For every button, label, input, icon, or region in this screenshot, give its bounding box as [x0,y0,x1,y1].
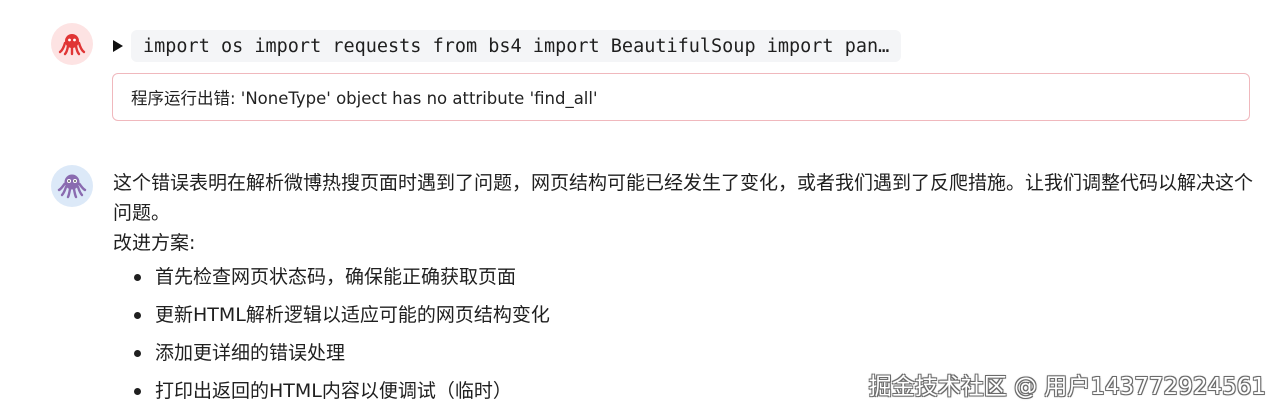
bullet-icon [134,274,141,281]
list-item-text: 添加更详细的错误处理 [155,342,346,364]
bullet-icon [134,388,141,395]
user-avatar [51,23,93,65]
error-message-text: 程序运行出错: 'NoneType' object has no attribu… [131,89,598,108]
reply-subheading: 改进方案: [113,232,196,254]
list-item-text: 打印出返回的HTML内容以便调试（临时） [155,380,512,402]
list-item-text: 更新HTML解析逻辑以适应可能的网页结构变化 [155,304,550,326]
list-item: 更新HTML解析逻辑以适应可能的网页结构变化 [113,300,1263,338]
watermark: 掘金技术社区 @ 用户14377292456​1 [868,374,1266,400]
caret-right-icon[interactable] [113,40,123,52]
octopus-icon [58,34,86,56]
list-item-text: 首先检查网页状态码，确保能正确获取页面 [155,266,517,288]
bullet-icon [134,312,141,319]
code-preview[interactable]: import os import requests from bs4 impor… [131,30,902,62]
octopus-bot-icon [57,174,87,199]
bullet-icon [134,350,141,357]
assistant-avatar [51,165,93,207]
list-item: 首先检查网页状态码，确保能正确获取页面 [113,262,1263,300]
error-message-box: 程序运行出错: 'NoneType' object has no attribu… [112,73,1250,121]
reply-paragraph: 这个错误表明在解析微博热搜页面时遇到了问题，网页结构可能已经发生了变化，或者我们… [113,172,1254,224]
code-toggle[interactable]: import os import requests from bs4 impor… [110,30,902,62]
